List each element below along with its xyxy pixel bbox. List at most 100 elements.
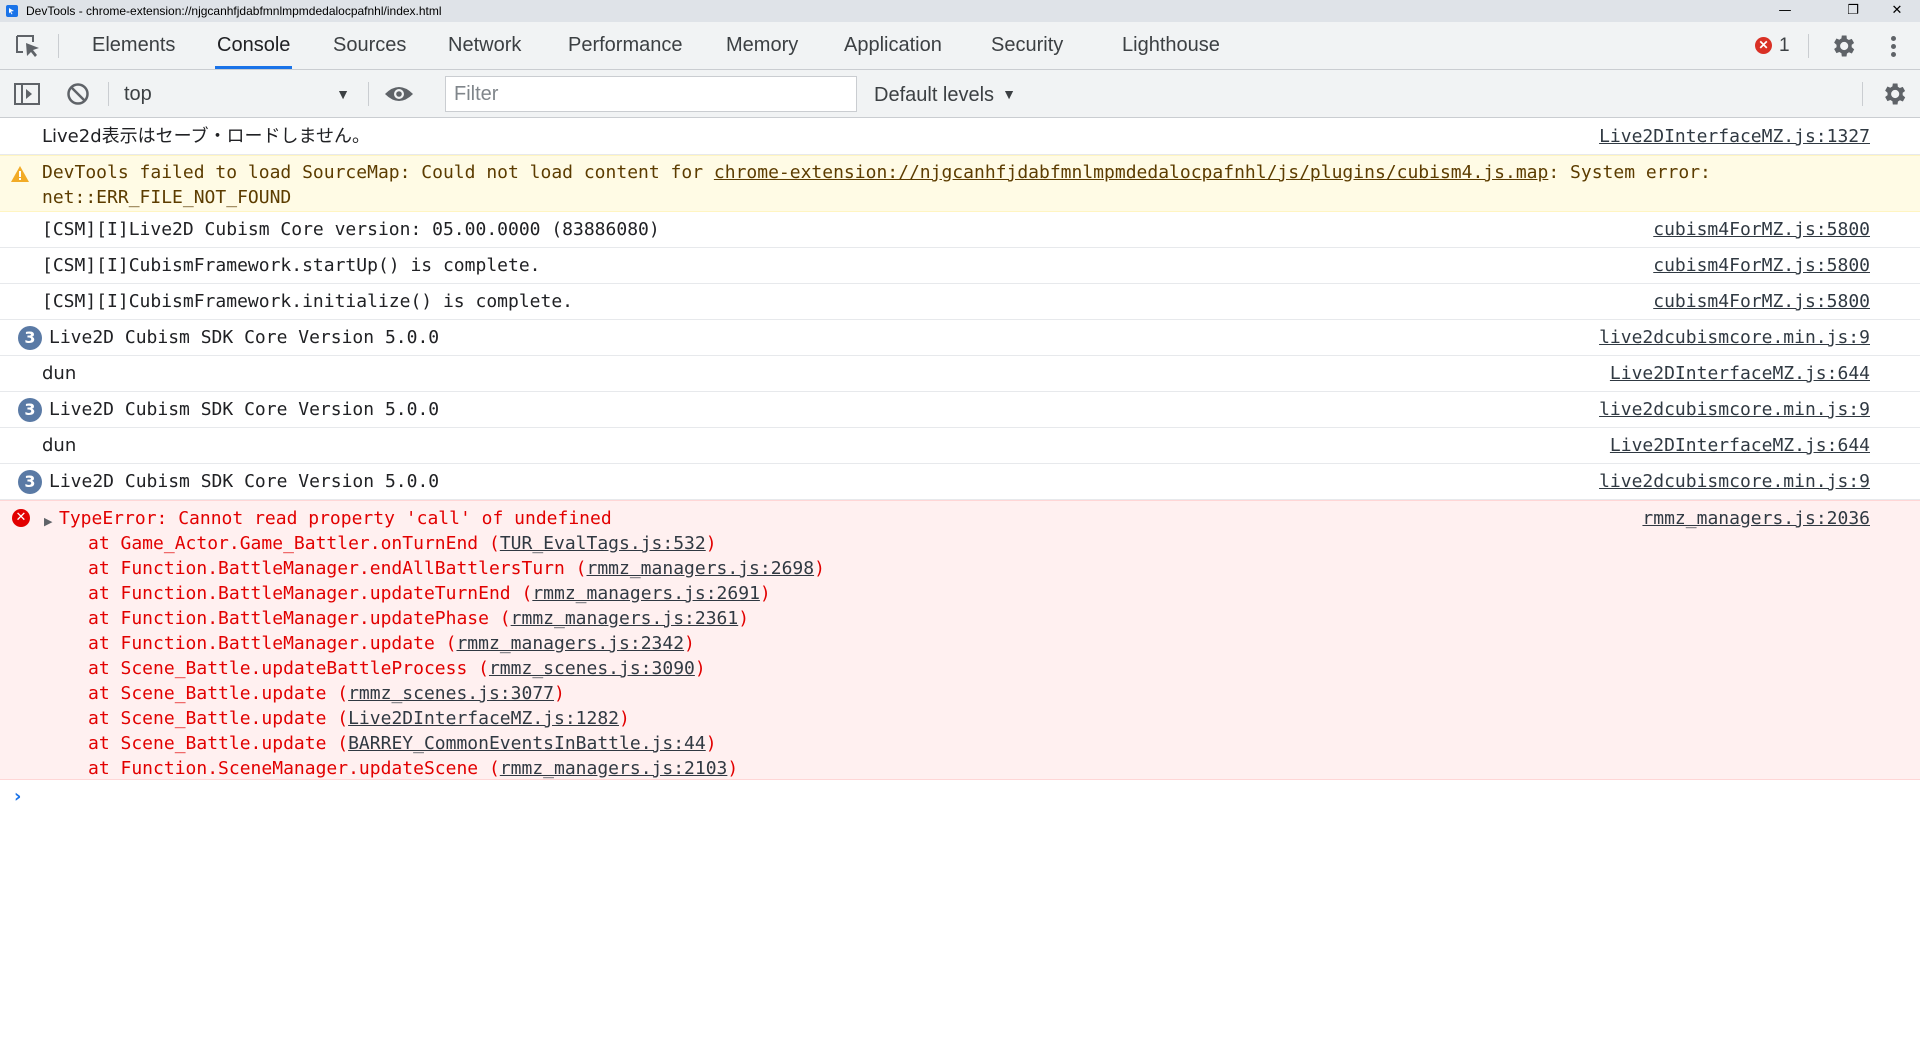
log-levels-dropdown[interactable]: Default levels ▼ xyxy=(874,80,1016,108)
source-link[interactable]: live2dcubismcore.min.js:9 xyxy=(1599,397,1870,422)
stack-frame-close: ) xyxy=(705,533,717,554)
error-counter[interactable]: ✕ 1 xyxy=(1755,34,1790,58)
close-button[interactable]: ✕ xyxy=(1874,0,1920,22)
stack-frame: at Scene_Battle.update (BARREY_CommonEve… xyxy=(88,731,717,756)
message-text: [CSM][I]Live2D Cubism Core version: 05.0… xyxy=(42,219,660,240)
source-link[interactable]: Live2DInterfaceMZ.js:644 xyxy=(1610,361,1870,386)
devtools-tabbar: Elements Console Sources Network Perform… xyxy=(0,22,1920,70)
stack-frame-function: at Function.BattleManager.updatePhase ( xyxy=(88,608,511,629)
source-link[interactable]: Live2DInterfaceMZ.js:644 xyxy=(1610,433,1870,458)
stack-frame-function: at Scene_Battle.update ( xyxy=(88,733,349,754)
source-link[interactable]: live2dcubismcore.min.js:9 xyxy=(1599,469,1870,494)
minimize-button[interactable]: — xyxy=(1762,0,1808,22)
message-text: Live2D Cubism SDK Core Version 5.0.0 xyxy=(49,327,440,348)
stack-frame-function: at Function.BattleManager.update ( xyxy=(88,633,457,654)
console-message: [CSM][I]CubismFramework.initialize() is … xyxy=(0,284,1920,320)
stack-frame-link[interactable]: BARREY_CommonEventsInBattle.js:44 xyxy=(348,733,706,754)
console-message: [CSM][I]CubismFramework.startUp() is com… xyxy=(0,248,1920,284)
tab-elements[interactable]: Elements xyxy=(90,22,177,69)
toolbar-divider xyxy=(58,34,59,58)
message-text: dun xyxy=(42,435,77,456)
stack-frame-link[interactable]: rmmz_managers.js:2103 xyxy=(500,758,728,779)
stack-frame-close: ) xyxy=(727,758,739,779)
tab-sources[interactable]: Sources xyxy=(331,22,408,69)
stack-frame-link[interactable]: Live2DInterfaceMZ.js:1282 xyxy=(348,708,619,729)
warning-text: DevTools failed to load SourceMap: Could… xyxy=(42,162,714,183)
source-link[interactable]: cubism4ForMZ.js:5800 xyxy=(1653,217,1870,242)
console-message: [CSM][I]Live2D Cubism Core version: 05.0… xyxy=(0,212,1920,248)
stack-frame-close: ) xyxy=(554,683,565,704)
repeat-count-badge: 3 xyxy=(18,398,42,422)
message-text: Live2D Cubism SDK Core Version 5.0.0 xyxy=(49,399,440,420)
stack-frame-link[interactable]: rmmz_managers.js:2698 xyxy=(587,558,815,579)
source-link[interactable]: cubism4ForMZ.js:5800 xyxy=(1653,253,1870,278)
tab-memory[interactable]: Memory xyxy=(724,22,800,69)
stack-frame: at Scene_Battle.updateBattleProcess (rmm… xyxy=(88,656,706,681)
live-expression-icon[interactable] xyxy=(384,84,414,104)
gear-icon[interactable] xyxy=(1880,80,1908,108)
restore-button[interactable]: ❐ xyxy=(1830,0,1876,22)
stack-frame: at Function.BattleManager.update (rmmz_m… xyxy=(88,631,695,656)
stack-frame-link[interactable]: rmmz_scenes.js:3090 xyxy=(489,658,695,679)
console-error: ✕ ▶ TypeError: Cannot read property 'cal… xyxy=(0,500,1920,780)
warning-text-suffix: : System error: xyxy=(1548,162,1711,183)
tab-application[interactable]: Application xyxy=(842,22,944,69)
stack-frame-link[interactable]: rmmz_managers.js:2691 xyxy=(532,583,760,604)
stack-frame-link[interactable]: rmmz_managers.js:2342 xyxy=(456,633,684,654)
warning-icon xyxy=(11,166,29,182)
source-link[interactable]: live2dcubismcore.min.js:9 xyxy=(1599,325,1870,350)
message-text: Live2d表示はセーブ・ロードしません。 xyxy=(42,126,371,147)
gear-icon[interactable] xyxy=(1829,32,1857,60)
stack-frame-function: at Function.SceneManager.updateScene ( xyxy=(88,758,500,779)
stack-frame-function: at Scene_Battle.updateBattleProcess ( xyxy=(88,658,489,679)
stack-frame-close: ) xyxy=(705,733,717,754)
stack-frame-close: ) xyxy=(684,633,695,654)
stack-frame: at Function.SceneManager.updateScene (rm… xyxy=(88,756,738,781)
window-titlebar: DevTools - chrome-extension://njgcanhfjd… xyxy=(0,0,1920,22)
stack-frame: at Scene_Battle.update (rmmz_scenes.js:3… xyxy=(88,681,565,706)
filter-input[interactable] xyxy=(445,76,857,112)
log-levels-label: Default levels xyxy=(874,84,995,106)
clear-console-icon[interactable] xyxy=(66,82,90,106)
stack-frame-link[interactable]: rmmz_managers.js:2361 xyxy=(511,608,739,629)
tab-performance[interactable]: Performance xyxy=(566,22,685,69)
console-prompt-icon[interactable]: › xyxy=(14,786,21,807)
error-message: TypeError: Cannot read property 'call' o… xyxy=(59,508,612,529)
toolbar-divider xyxy=(108,82,109,106)
stack-frame-close: ) xyxy=(738,608,750,629)
console-message: 3 Live2D Cubism SDK Core Version 5.0.0 l… xyxy=(0,392,1920,428)
tab-lighthouse[interactable]: Lighthouse xyxy=(1120,22,1222,69)
source-link[interactable]: rmmz_managers.js:2036 xyxy=(1642,506,1870,531)
inspect-element-icon[interactable] xyxy=(14,33,42,59)
expand-triangle-icon[interactable]: ▶ xyxy=(44,509,52,534)
warning-text-line2: net::ERR_FILE_NOT_FOUND xyxy=(42,187,292,208)
stack-frame-link[interactable]: rmmz_scenes.js:3077 xyxy=(348,683,554,704)
source-link[interactable]: Live2DInterfaceMZ.js:1327 xyxy=(1599,124,1870,149)
source-link[interactable]: cubism4ForMZ.js:5800 xyxy=(1653,289,1870,314)
stack-frame-close: ) xyxy=(619,708,630,729)
sidebar-toggle-icon[interactable] xyxy=(14,83,40,105)
toolbar-divider xyxy=(1862,82,1863,106)
console-message: dun Live2DInterfaceMZ.js:644 xyxy=(0,428,1920,464)
toolbar-divider xyxy=(1808,34,1809,58)
repeat-count-badge: 3 xyxy=(18,326,42,350)
stack-frame-close: ) xyxy=(694,658,706,679)
console-message: Live2d表示はセーブ・ロードしません。 Live2DInterfaceMZ.… xyxy=(0,118,1920,155)
stack-frame-close: ) xyxy=(759,583,771,604)
error-count: 1 xyxy=(1779,35,1790,56)
context-selector[interactable]: top ▼ xyxy=(124,80,354,108)
stack-frame-function: at Game_Actor.Game_Battler.onTurnEnd ( xyxy=(88,533,500,554)
stack-frame: at Function.BattleManager.endAllBattlers… xyxy=(88,556,825,581)
stack-frame-function: at Scene_Battle.update ( xyxy=(88,708,349,729)
error-icon: ✕ xyxy=(12,509,30,527)
console-message: dun Live2DInterfaceMZ.js:644 xyxy=(0,356,1920,392)
kebab-menu-icon[interactable] xyxy=(1886,34,1900,60)
context-value: top xyxy=(124,83,152,105)
stack-frame-function: at Function.BattleManager.endAllBattlers… xyxy=(88,558,587,579)
stack-frame-link[interactable]: TUR_EvalTags.js:532 xyxy=(500,533,706,554)
sourcemap-link[interactable]: chrome-extension://njgcanhfjdabfmnlmpmde… xyxy=(714,162,1548,183)
tab-security[interactable]: Security xyxy=(989,22,1065,69)
tab-network[interactable]: Network xyxy=(446,22,523,69)
tab-console[interactable]: Console xyxy=(215,22,293,69)
stack-frame: at Function.BattleManager.updateTurnEnd … xyxy=(88,581,771,606)
